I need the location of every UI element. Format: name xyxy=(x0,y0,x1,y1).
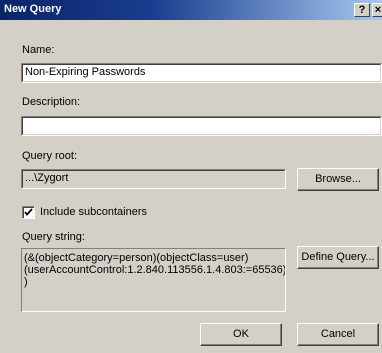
close-button[interactable]: × xyxy=(372,3,382,17)
query-root-field: ...\Zygort xyxy=(21,169,286,189)
name-input[interactable]: Non-Expiring Passwords xyxy=(21,63,382,83)
query-string-line: (&(objectCategory=person)(objectClass=us… xyxy=(24,252,249,264)
query-string-label: Query string: xyxy=(22,231,85,243)
query-root-value: ...\Zygort xyxy=(25,172,69,184)
name-label: Name: xyxy=(22,44,55,56)
new-query-dialog: New Query ? × Name: Non-Expiring Passwor… xyxy=(0,0,382,353)
query-string-line: (userAccountControl:1.2.840.113556.1.4.8… xyxy=(24,264,286,276)
query-string-line: ) xyxy=(24,276,28,288)
name-input-value: Non-Expiring Passwords xyxy=(25,66,146,78)
cancel-button[interactable]: Cancel xyxy=(297,323,379,346)
ok-button[interactable]: OK xyxy=(200,323,282,346)
description-input[interactable] xyxy=(21,116,382,136)
define-query-button[interactable]: Define Query... xyxy=(297,246,379,269)
title-bar[interactable]: New Query ? × xyxy=(0,0,382,20)
include-subcontainers-checkbox[interactable] xyxy=(22,206,35,219)
query-string-field: (&(objectCategory=person)(objectClass=us… xyxy=(21,248,286,312)
window-title: New Query xyxy=(4,3,62,15)
browse-button[interactable]: Browse... xyxy=(297,168,379,191)
include-subcontainers-label[interactable]: Include subcontainers xyxy=(40,206,147,218)
description-label: Description: xyxy=(22,96,81,108)
checkmark-icon xyxy=(24,208,33,216)
query-root-label: Query root: xyxy=(22,150,78,162)
help-button[interactable]: ? xyxy=(354,3,370,17)
